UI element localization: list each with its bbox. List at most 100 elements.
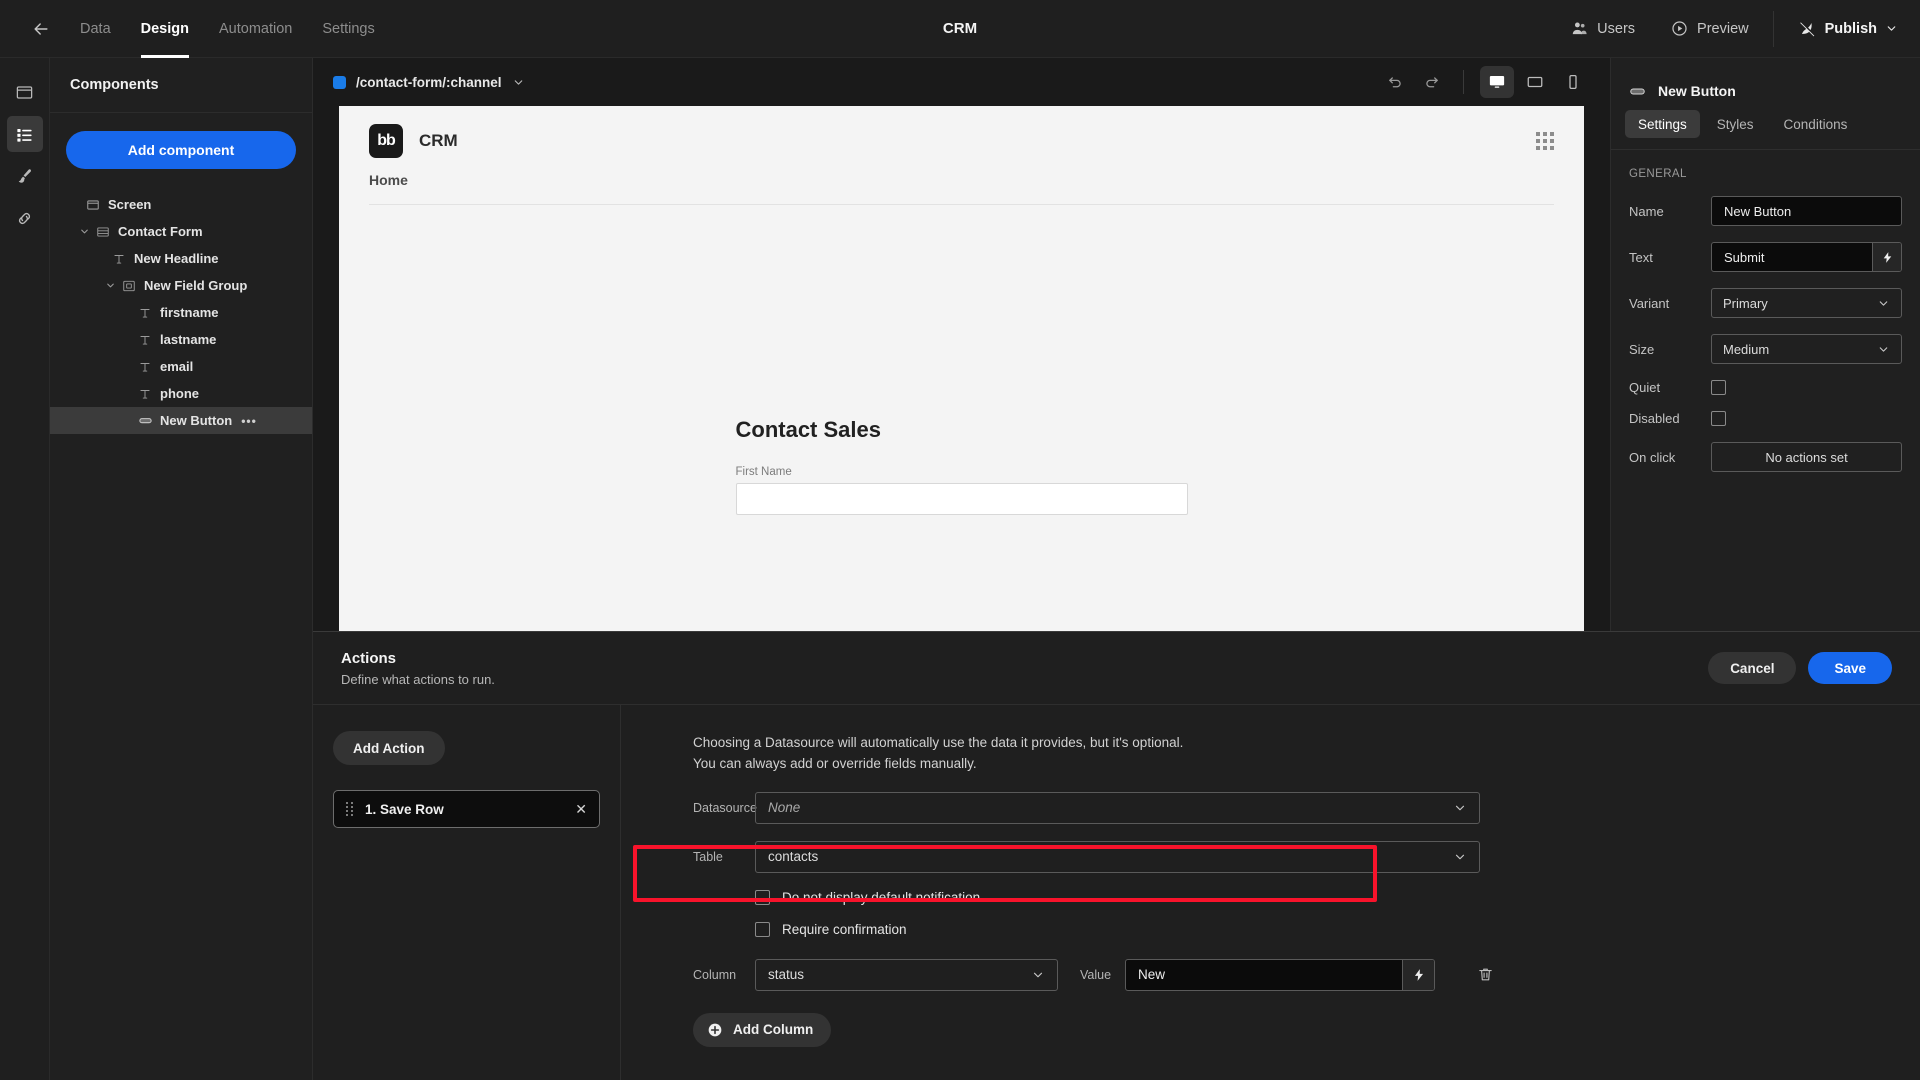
tree-label: New Field Group	[144, 278, 248, 293]
value-label: Value	[1080, 967, 1112, 982]
tree-item-new-field-group[interactable]: New Field Group	[50, 272, 312, 299]
publish-button[interactable]: Publish	[1780, 0, 1920, 58]
datasource-hint-line1: Choosing a Datasource will automatically…	[693, 735, 1184, 750]
users-button[interactable]: Users	[1553, 0, 1653, 58]
name-input[interactable]: New Button	[1711, 196, 1902, 226]
rail-components-list-icon[interactable]	[6, 116, 43, 152]
quiet-checkbox[interactable]	[1711, 380, 1726, 395]
chevron-down-icon	[1453, 850, 1467, 864]
tab-data[interactable]: Data	[80, 0, 111, 58]
field-label-text: Text	[1629, 249, 1653, 265]
tree-item-email[interactable]: email	[50, 353, 312, 380]
components-body: Add component Screen Contact Form New He…	[50, 113, 312, 434]
action-item-label: 1. Save Row	[365, 801, 444, 817]
actions-drawer: Actions Define what actions to run. Canc…	[313, 631, 1920, 1080]
device-desktop-button[interactable]	[1480, 66, 1514, 98]
tree-item-screen[interactable]: Screen	[50, 191, 312, 218]
redo-button[interactable]	[1415, 67, 1447, 97]
column-value: status	[768, 967, 805, 983]
tree-item-lastname[interactable]: lastname	[50, 326, 312, 353]
budibase-logo-icon: bb	[369, 124, 403, 158]
screen-selector[interactable]: /contact-form/:channel	[333, 75, 525, 90]
tree-label: New Button	[160, 413, 233, 428]
rail-theme-brush-icon[interactable]	[7, 158, 43, 194]
rail-screen-icon[interactable]	[7, 74, 43, 110]
top-bar: Data Design Automation Settings CRM User…	[0, 0, 1920, 58]
tree-item-phone[interactable]: phone	[50, 380, 312, 407]
top-bar-right: Users Preview Publish	[1553, 0, 1920, 58]
tree-item-contact-form[interactable]: Contact Form	[50, 218, 312, 245]
back-button[interactable]	[24, 12, 58, 46]
rail-links-icon[interactable]	[7, 200, 43, 236]
tab-settings[interactable]: Settings	[1625, 110, 1700, 138]
table-select[interactable]: contacts	[755, 840, 1480, 873]
chevron-down-icon	[1031, 968, 1045, 982]
text-icon	[134, 387, 156, 401]
chevron-down-icon[interactable]	[76, 226, 92, 237]
settings-tabs: Settings Styles Conditions	[1611, 110, 1920, 150]
field-label-name: Name	[1629, 203, 1664, 219]
value-input[interactable]: New	[1126, 960, 1402, 990]
button-icon	[134, 413, 156, 428]
table-value: contacts	[768, 849, 819, 865]
no-notification-label: Do not display default notification	[782, 889, 981, 905]
drawer-title: Actions	[341, 649, 397, 667]
add-action-button[interactable]: Add Action	[333, 731, 445, 765]
text-input[interactable]: Submit	[1712, 243, 1872, 271]
preview-nav-home[interactable]: Home	[369, 172, 408, 188]
field-text-row: Text Submit	[1629, 242, 1902, 272]
no-notification-checkbox[interactable]	[755, 889, 770, 905]
binding-lightning-icon[interactable]	[1402, 959, 1435, 990]
chevron-down-icon[interactable]	[102, 280, 118, 291]
undo-button[interactable]	[1379, 67, 1411, 97]
cancel-button[interactable]: Cancel	[1708, 652, 1797, 684]
datasource-value: None	[768, 800, 801, 816]
tree-item-more-button[interactable]: •••	[241, 414, 257, 428]
field-label-size: Size	[1629, 341, 1655, 357]
datasource-select[interactable]: None	[755, 791, 1480, 824]
device-tablet-button[interactable]	[1518, 66, 1552, 98]
tab-conditions[interactable]: Conditions	[1771, 110, 1861, 138]
first-name-input[interactable]	[735, 483, 1188, 515]
variant-select[interactable]: Primary	[1711, 288, 1902, 318]
delete-column-button[interactable]	[1477, 966, 1494, 983]
tab-design[interactable]: Design	[140, 0, 190, 58]
tree-label: Screen	[108, 197, 152, 212]
add-column-button[interactable]: Add Column	[693, 1012, 832, 1047]
tree-label: phone	[160, 386, 199, 401]
device-mobile-button[interactable]	[1556, 66, 1590, 98]
field-label-quiet: Quiet	[1629, 380, 1661, 395]
drag-handle-icon[interactable]	[346, 802, 353, 816]
binding-lightning-icon[interactable]	[1872, 243, 1901, 271]
fieldgroup-icon	[118, 279, 140, 293]
action-item-save-row[interactable]: 1. Save Row ✕	[333, 790, 600, 828]
save-button[interactable]: Save	[1808, 652, 1892, 684]
tab-styles[interactable]: Styles	[1704, 110, 1767, 138]
form-heading: Contact Sales	[735, 417, 882, 442]
text-icon	[134, 306, 156, 320]
text-icon	[108, 252, 130, 266]
remove-action-button[interactable]: ✕	[575, 801, 587, 818]
chevron-down-icon[interactable]	[512, 76, 525, 89]
onclick-actions-button[interactable]: No actions set	[1711, 442, 1902, 472]
disabled-checkbox[interactable]	[1711, 411, 1726, 426]
add-component-button[interactable]: Add component	[66, 131, 296, 169]
chevron-down-icon	[1877, 343, 1890, 356]
main-body: Components Add component Screen Contact …	[0, 58, 1920, 1080]
column-select[interactable]: status	[755, 958, 1058, 991]
tree-item-new-headline[interactable]: New Headline	[50, 245, 312, 272]
tab-automation[interactable]: Automation	[219, 0, 292, 58]
require-confirmation-checkbox[interactable]	[755, 921, 770, 937]
tree-item-new-button[interactable]: New Button •••	[50, 407, 312, 434]
toolbar-divider	[1463, 70, 1464, 94]
tab-settings[interactable]: Settings	[322, 0, 374, 58]
preview-button[interactable]: Preview	[1653, 0, 1767, 58]
drawer-header-text: Actions Define what actions to run.	[341, 650, 495, 687]
grid-menu-icon[interactable]	[1536, 132, 1554, 150]
size-select[interactable]: Medium	[1711, 334, 1902, 364]
preview-label: Preview	[1697, 20, 1749, 37]
tree-item-firstname[interactable]: firstname	[50, 299, 312, 326]
column-label: Column	[693, 967, 737, 982]
components-panel: Components Add component Screen Contact …	[50, 58, 313, 1080]
users-icon	[1571, 20, 1588, 37]
